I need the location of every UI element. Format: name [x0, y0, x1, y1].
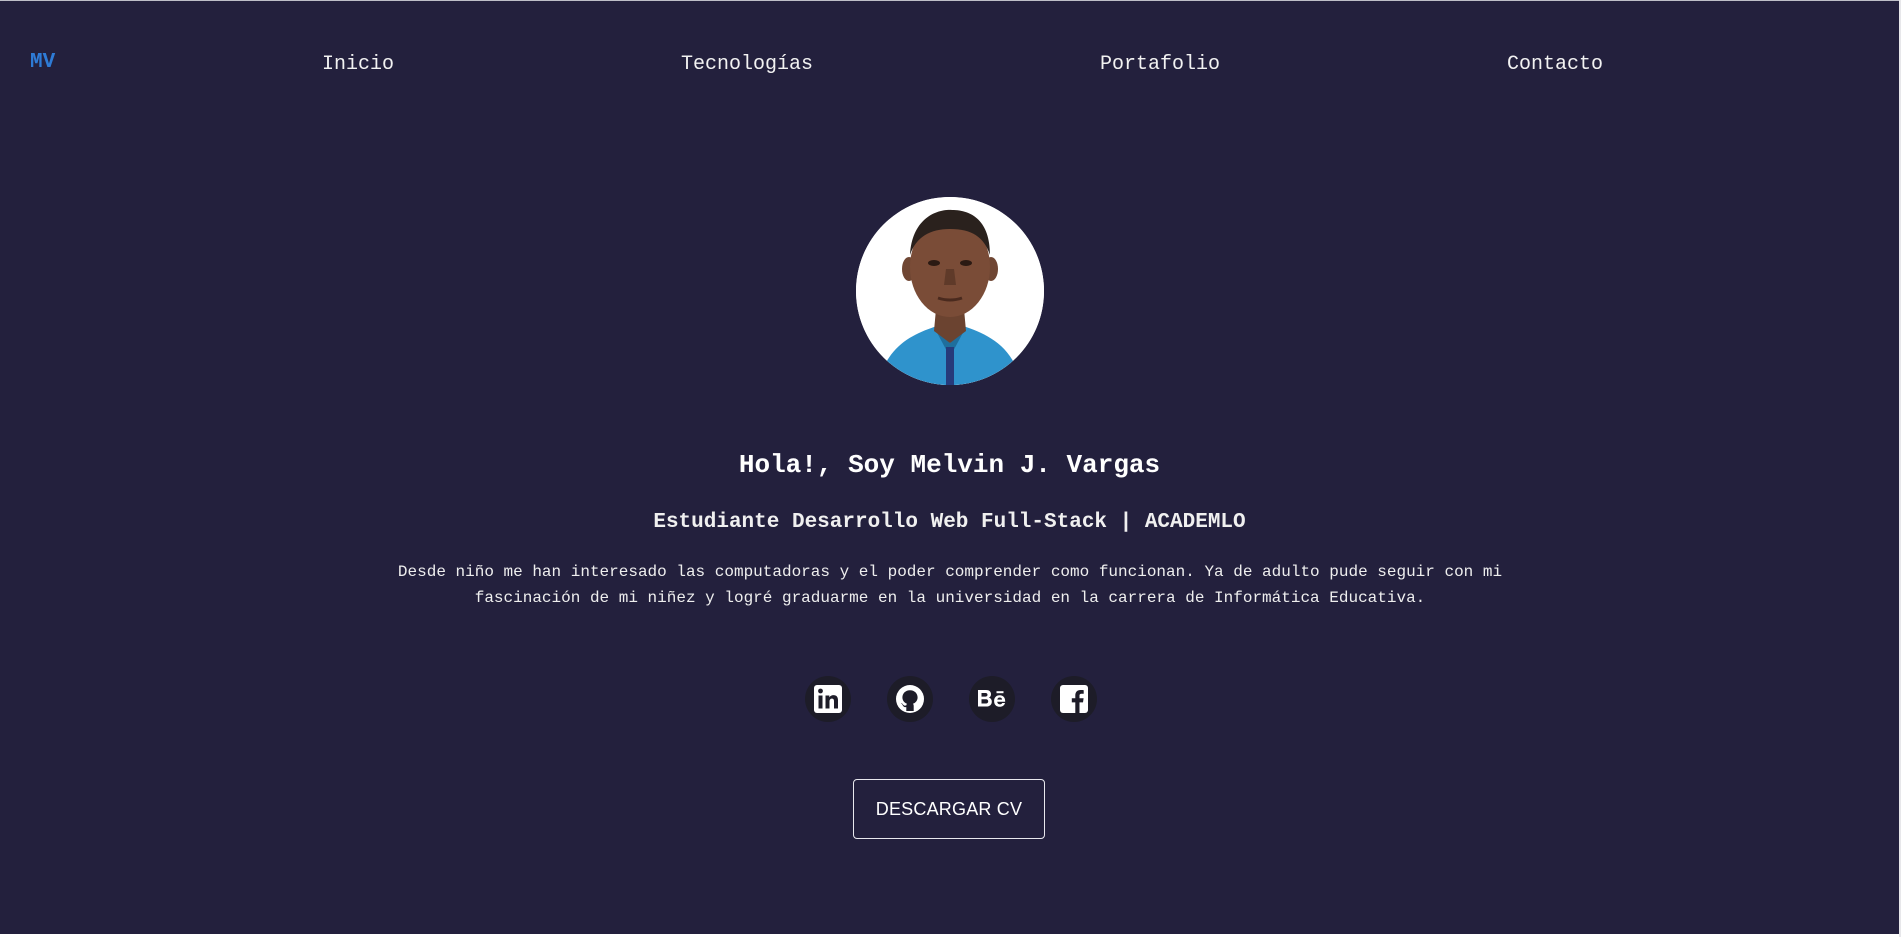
hero-subtitle: Estudiante Desarrollo Web Full-Stack | A…: [653, 511, 1246, 534]
logo-link[interactable]: MV: [30, 51, 55, 74]
page: MV Inicio Tecnologías Portafolio Contact…: [0, 0, 1901, 937]
linkedin-icon: [814, 685, 842, 713]
nav-link-tecnologias[interactable]: Tecnologías: [681, 53, 813, 76]
nav-link-inicio[interactable]: Inicio: [322, 53, 394, 76]
facebook-icon: [1060, 685, 1088, 713]
facebook-link[interactable]: [1051, 676, 1097, 722]
hero-title: Hola!, Soy Melvin J. Vargas: [738, 450, 1161, 480]
behance-icon: [978, 690, 1006, 707]
hero-bio-line2: fascinación de mi niñez y logré graduarm…: [474, 589, 1426, 607]
download-cv-button[interactable]: DESCARGAR CV: [853, 779, 1045, 839]
nav-link-portafolio[interactable]: Portafolio: [1100, 53, 1220, 76]
github-link[interactable]: [887, 676, 933, 722]
nav-link-contacto[interactable]: Contacto: [1507, 53, 1603, 76]
profile-photo: [856, 197, 1044, 385]
behance-link[interactable]: [969, 676, 1015, 722]
hero-bio: Desde niño me han interesado las computa…: [330, 559, 1570, 611]
github-icon: [896, 685, 924, 713]
social-links: [805, 676, 1097, 722]
linkedin-link[interactable]: [805, 676, 851, 722]
hero-bio-line1: Desde niño me han interesado las computa…: [397, 563, 1503, 581]
portfolio-page: MV Inicio Tecnologías Portafolio Contact…: [0, 0, 1899, 934]
